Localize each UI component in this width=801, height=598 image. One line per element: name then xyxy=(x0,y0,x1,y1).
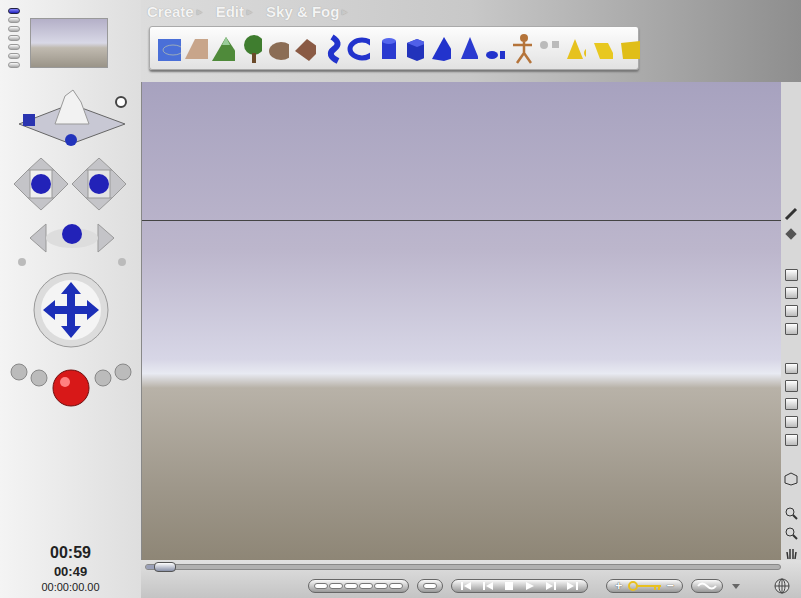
mountain-icon[interactable] xyxy=(210,31,235,65)
yellow-light-icon[interactable] xyxy=(588,31,613,65)
memory-dot[interactable] xyxy=(374,583,388,589)
tool-button[interactable] xyxy=(785,434,798,446)
brush-icon[interactable] xyxy=(784,207,798,221)
view-pill[interactable] xyxy=(8,8,20,14)
tool-button[interactable] xyxy=(785,305,798,317)
cylinder-icon[interactable] xyxy=(372,31,397,65)
view-pill[interactable] xyxy=(8,44,20,50)
cone-icon[interactable] xyxy=(453,31,478,65)
figure-icon[interactable] xyxy=(507,31,532,65)
yellow-cone-icon[interactable] xyxy=(561,31,586,65)
menu-arrow[interactable]: ▸ xyxy=(342,6,347,17)
step-forward-icon[interactable] xyxy=(543,580,559,592)
create-palette xyxy=(149,26,639,70)
memory-dot[interactable] xyxy=(329,583,343,589)
rewind-icon[interactable] xyxy=(459,580,475,592)
transport-button[interactable] xyxy=(478,580,498,592)
memory-dot[interactable] xyxy=(389,583,403,589)
symmetric-lattice-icon[interactable] xyxy=(291,31,316,65)
options-button[interactable] xyxy=(691,579,723,593)
tree-icon[interactable] xyxy=(237,31,262,65)
zoom-out-icon[interactable] xyxy=(784,526,798,540)
transport-button[interactable] xyxy=(562,580,582,592)
terrain-plane-icon[interactable] xyxy=(183,31,208,65)
scene-button[interactable] xyxy=(417,579,443,593)
remove-key-button[interactable]: − xyxy=(664,580,678,592)
menu-item[interactable]: Sky & Fog▸ xyxy=(266,3,347,20)
primitive-set-icon[interactable] xyxy=(534,31,559,65)
tool-button[interactable] xyxy=(785,416,798,428)
timeline-scrubber[interactable] xyxy=(154,562,176,572)
menu-label[interactable]: Sky & Fog xyxy=(266,3,339,20)
stop-icon[interactable] xyxy=(501,580,517,592)
memory-dot[interactable] xyxy=(359,583,373,589)
scene-dot[interactable] xyxy=(423,583,437,589)
menu-arrow[interactable]: ▸ xyxy=(247,6,252,17)
metaball-icon[interactable] xyxy=(318,31,343,65)
render-button-icon[interactable] xyxy=(9,356,133,410)
memory-dot[interactable] xyxy=(344,583,358,589)
time-secondary: 00:49 xyxy=(54,563,87,580)
transport-button[interactable] xyxy=(520,580,540,592)
torus-icon[interactable] xyxy=(345,31,370,65)
transport-button[interactable] xyxy=(457,580,477,592)
tool-button[interactable] xyxy=(785,380,798,392)
pyramid-icon[interactable] xyxy=(426,31,451,65)
hand-icon[interactable] xyxy=(784,546,798,560)
tool-button[interactable] xyxy=(785,323,798,335)
tool-button[interactable] xyxy=(785,363,798,375)
add-key-button[interactable]: + xyxy=(612,580,626,592)
timecode: 00:00:00.00 xyxy=(41,580,99,595)
menu-label[interactable]: Create xyxy=(147,3,194,20)
disc-icon[interactable] xyxy=(480,31,505,65)
zoom-in-icon[interactable] xyxy=(784,506,798,520)
menu-item[interactable]: Edit▸ xyxy=(216,3,252,20)
view-pill[interactable] xyxy=(8,26,20,32)
water-icon[interactable] xyxy=(156,31,181,65)
menu-label[interactable]: Edit xyxy=(216,3,244,20)
side-toolbar xyxy=(781,82,801,560)
top-bar: Create▸Edit▸Sky & Fog▸ xyxy=(141,0,801,82)
wave-icon[interactable] xyxy=(697,581,717,591)
transport-controls[interactable] xyxy=(451,579,588,593)
play-icon[interactable] xyxy=(522,580,538,592)
step-back-icon[interactable] xyxy=(480,580,496,592)
eraser-icon[interactable] xyxy=(784,227,798,241)
timeline-track[interactable] xyxy=(145,564,781,570)
camera-pan-icon[interactable] xyxy=(6,158,136,266)
nano-preview[interactable] xyxy=(30,18,108,68)
cube-view-icon[interactable] xyxy=(784,472,798,486)
tool-button[interactable] xyxy=(785,269,798,281)
view-pill[interactable] xyxy=(8,35,20,41)
view-pill[interactable] xyxy=(8,53,20,59)
view-pill[interactable] xyxy=(8,17,20,23)
memory-dot[interactable] xyxy=(314,583,328,589)
tool-button[interactable] xyxy=(785,287,798,299)
view-buttons[interactable] xyxy=(8,6,20,88)
fast-forward-icon[interactable] xyxy=(564,580,580,592)
keyframe-controls[interactable]: +− xyxy=(606,579,683,593)
menu-item[interactable]: Create▸ xyxy=(147,3,202,20)
dropdown-icon[interactable] xyxy=(731,581,741,591)
animation-bar: +− xyxy=(141,560,801,598)
memory-dots[interactable] xyxy=(308,579,409,593)
yellow-box-icon[interactable] xyxy=(615,31,640,65)
time-primary: 00:59 xyxy=(50,543,91,563)
rock-icon[interactable] xyxy=(264,31,289,65)
key-icon[interactable] xyxy=(627,581,663,591)
tool-button[interactable] xyxy=(785,398,798,410)
camera-move-icon[interactable] xyxy=(21,270,121,352)
cube-icon[interactable] xyxy=(399,31,424,65)
menu-arrow[interactable]: ▸ xyxy=(197,6,202,17)
transport-button[interactable] xyxy=(541,580,561,592)
view-pill[interactable] xyxy=(8,62,20,68)
render-viewport[interactable] xyxy=(141,82,781,560)
globe-icon[interactable] xyxy=(773,577,791,595)
horizon-line xyxy=(142,220,781,221)
menu-bar: Create▸Edit▸Sky & Fog▸ xyxy=(147,1,801,21)
transport-button[interactable] xyxy=(499,580,519,592)
time-display: 00:59 00:49 00:00:00.00 xyxy=(41,543,99,598)
control-panel: 00:59 00:49 00:00:00.00 xyxy=(0,0,141,598)
trackball-icon[interactable] xyxy=(9,88,133,154)
